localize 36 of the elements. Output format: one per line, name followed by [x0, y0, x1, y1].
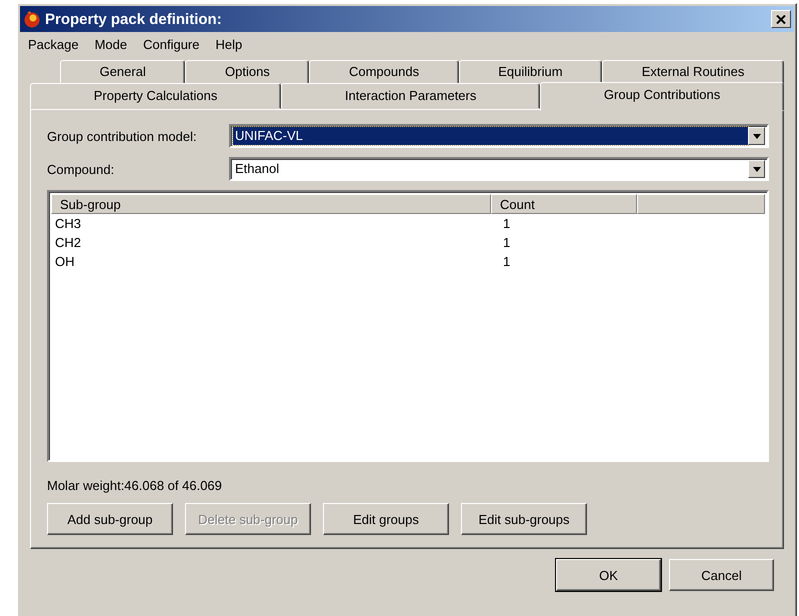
- tab[interactable]: General: [60, 60, 186, 84]
- table-cell-text: CH2: [54, 234, 82, 252]
- dropdown-field[interactable]: UNIFAC-VL: [229, 124, 769, 148]
- app-icon: [23, 10, 41, 28]
- dialog-button[interactable]: Cancel: [669, 559, 774, 591]
- tab[interactable]: Options: [185, 60, 310, 84]
- action-button[interactable]: Add sub-group: [47, 503, 173, 535]
- caret-icon: [752, 134, 760, 138]
- dropdown-button[interactable]: [748, 127, 765, 145]
- table-cell-text: 1: [502, 253, 510, 271]
- tab[interactable]: Interaction Parameters: [281, 83, 540, 109]
- close-icon: [776, 14, 786, 24]
- dialog-button[interactable]: OK: [556, 559, 661, 591]
- tab[interactable]: Group Contributions: [540, 82, 784, 111]
- tab[interactable]: Property Calculations: [30, 83, 282, 109]
- field-label: Compound:: [47, 162, 116, 176]
- dropdown-field[interactable]: Ethanol: [229, 157, 769, 181]
- column-header[interactable]: Sub-group: [51, 194, 491, 214]
- window-title: Property pack definition:: [45, 10, 223, 28]
- field-label: Group contribution model:: [47, 128, 198, 144]
- action-button[interactable]: Edit groups: [323, 503, 449, 535]
- table-cell-text: 1: [502, 234, 510, 252]
- action-button[interactable]: Edit sub-groups: [461, 503, 587, 535]
- dropdown-button[interactable]: [748, 160, 765, 178]
- menu-item[interactable]: Help: [216, 37, 242, 52]
- column-header[interactable]: Count: [491, 194, 637, 214]
- caret-icon: [752, 166, 760, 172]
- table-cell-text: OH: [54, 253, 76, 271]
- menu-item[interactable]: Configure: [143, 37, 200, 52]
- table-cell-text: CH3: [54, 215, 82, 233]
- table-cell-text: 1: [502, 215, 510, 233]
- menu-item[interactable]: Mode: [94, 37, 128, 52]
- close-button[interactable]: [771, 10, 791, 28]
- molar-weight-text: Molar weight:46.068 of 46.069: [47, 478, 223, 493]
- menu-item[interactable]: Package: [28, 37, 79, 52]
- tab[interactable]: Compounds: [309, 60, 459, 84]
